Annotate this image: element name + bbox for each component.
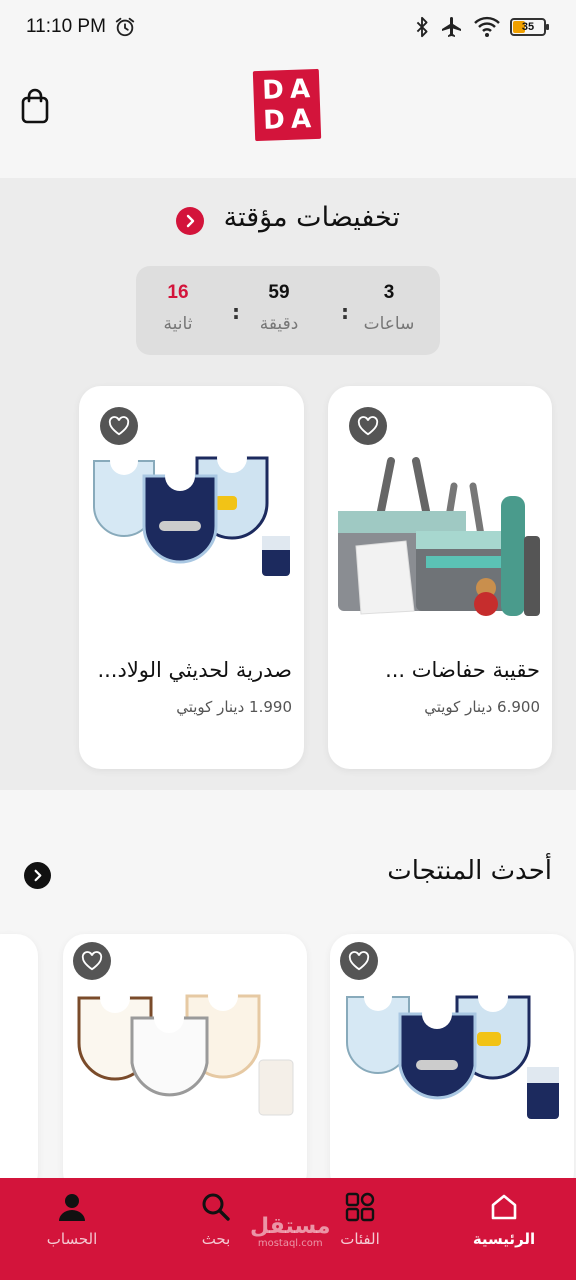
product-image bbox=[93, 446, 290, 576]
heart-icon bbox=[108, 416, 130, 436]
seconds-label: ثانية bbox=[163, 314, 193, 334]
status-time: 11:10 PM bbox=[26, 16, 106, 37]
logo-letter: D bbox=[261, 75, 285, 106]
hours-value: 3 bbox=[383, 282, 395, 303]
product-image bbox=[77, 990, 294, 1116]
bluetooth-icon bbox=[416, 16, 428, 38]
wishlist-button[interactable] bbox=[100, 407, 138, 445]
product-name: صدرية لحديثي الولاد... bbox=[97, 658, 292, 682]
logo-letter: A bbox=[290, 104, 312, 135]
search-icon bbox=[202, 1193, 230, 1221]
home-icon bbox=[491, 1194, 517, 1220]
latest-products-title: أحدث المنتجات bbox=[387, 856, 552, 886]
hours-label: ساعات bbox=[363, 314, 415, 334]
product-card[interactable]: حقيبة حفاضات ... 6.900 دينار كويتي bbox=[328, 386, 552, 769]
app-header: D A D A bbox=[0, 56, 576, 178]
nav-label: الرئيسية bbox=[472, 1230, 536, 1248]
countdown-separator: : bbox=[341, 300, 349, 324]
product-price: 1.990 دينار كويتي bbox=[176, 698, 292, 716]
status-bar: 11:10 PM 35 bbox=[0, 0, 576, 56]
wishlist-button[interactable] bbox=[340, 942, 378, 980]
heart-icon bbox=[81, 951, 103, 971]
nav-item-account[interactable]: الحساب bbox=[22, 1192, 122, 1248]
chevron-right-icon bbox=[34, 869, 42, 882]
minutes-label: دقيقة bbox=[259, 314, 299, 334]
logo-letter: A bbox=[289, 74, 311, 105]
watermark-arabic: مستقل bbox=[250, 1214, 331, 1239]
dada-logo[interactable]: D A D A bbox=[252, 68, 322, 142]
product-card[interactable] bbox=[0, 934, 38, 1194]
countdown-separator: : bbox=[232, 300, 240, 324]
wishlist-button[interactable] bbox=[349, 407, 387, 445]
flash-deals-section: تخفيضات مؤقتة 3 ساعات : 59 دقيقة : 16 ثا… bbox=[0, 178, 576, 790]
heart-icon bbox=[348, 951, 370, 971]
flash-deals-see-all-button[interactable] bbox=[176, 207, 204, 235]
bottom-navigation: الرئيسية الفئات بحث الحساب مستقل mostaql… bbox=[0, 1178, 576, 1280]
airplane-icon bbox=[442, 17, 461, 37]
product-card[interactable]: صدرية لحديثي الولاد... 1.990 دينار كويتي bbox=[79, 386, 304, 769]
product-price: 6.900 دينار كويتي bbox=[424, 698, 540, 716]
product-card[interactable] bbox=[63, 934, 307, 1194]
mostaql-watermark: مستقل mostaql.com bbox=[250, 1214, 331, 1250]
nav-item-home[interactable]: الرئيسية bbox=[454, 1192, 554, 1248]
flash-deals-title: تخفيضات مؤقتة bbox=[223, 202, 400, 233]
chevron-right-icon bbox=[186, 214, 195, 228]
countdown-seconds: 16 ثانية bbox=[143, 282, 213, 334]
product-name: حقيبة حفاضات ... bbox=[385, 658, 540, 682]
battery-level: 35 bbox=[521, 21, 535, 33]
wishlist-button[interactable] bbox=[73, 942, 111, 980]
countdown-timer: 3 ساعات : 59 دقيقة : 16 ثانية bbox=[136, 266, 440, 355]
heart-icon bbox=[357, 416, 379, 436]
countdown-minutes: 59 دقيقة bbox=[244, 282, 314, 334]
wifi-icon bbox=[474, 16, 500, 37]
product-image bbox=[346, 992, 559, 1119]
nav-label: الحساب bbox=[46, 1230, 98, 1248]
logo-letter: D bbox=[262, 105, 286, 136]
alarm-icon bbox=[115, 17, 135, 37]
grid-icon bbox=[345, 1192, 375, 1222]
product-image bbox=[338, 457, 540, 616]
user-icon bbox=[59, 1194, 85, 1221]
product-card[interactable] bbox=[330, 934, 574, 1194]
battery-indicator: 35 bbox=[510, 18, 549, 36]
watermark-domain: mostaql.com bbox=[257, 1238, 323, 1249]
minutes-value: 59 bbox=[268, 282, 290, 303]
seconds-value: 16 bbox=[167, 282, 189, 303]
latest-products-see-all-button[interactable] bbox=[24, 862, 51, 889]
shopping-bag-icon[interactable] bbox=[20, 88, 50, 124]
countdown-hours: 3 ساعات bbox=[354, 282, 424, 334]
